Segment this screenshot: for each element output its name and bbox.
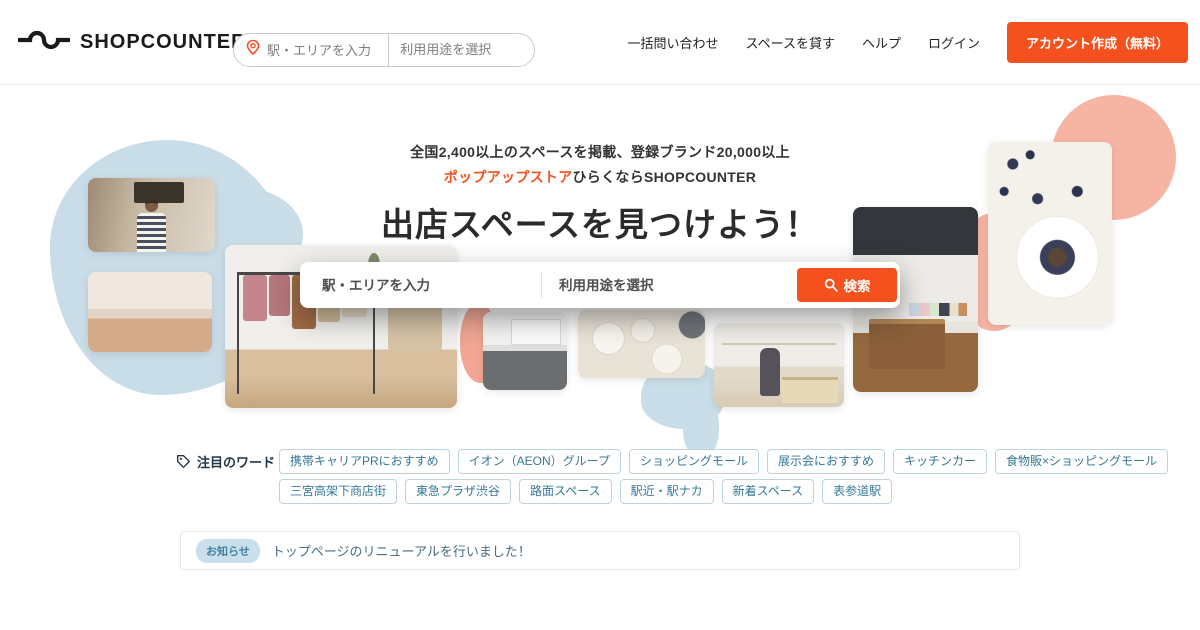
- photo-select-shop: [714, 323, 844, 407]
- hero-tagline-rest: ひらくならSHOPCOUNTER: [572, 169, 757, 185]
- keyword-row: 三宮高架下商店街 東急プラザ渋谷 路面スペース 駅近・駅ナカ 新着スペース 表参…: [279, 479, 1049, 505]
- notice-badge: お知らせ: [196, 538, 260, 563]
- tag-button[interactable]: 携帯キャリアPRにおすすめ: [279, 449, 450, 475]
- tag-button[interactable]: イオン（AEON）グループ: [457, 449, 621, 475]
- featured-keywords-text: 注目のワード: [197, 455, 276, 470]
- hero-copy: 全国2,400以上のスペースを掲載、登録ブランド20,000以上 ポップアップス…: [0, 142, 1200, 246]
- header-usage-input[interactable]: [400, 42, 522, 57]
- nav-login[interactable]: ログイン: [928, 33, 980, 52]
- header-area-input[interactable]: [267, 42, 389, 58]
- hero-search-bar: 検索: [300, 262, 900, 308]
- featured-keywords-label: 注目のワード: [176, 452, 275, 471]
- hero-tagline-highlight: ポップアップストア: [443, 169, 573, 185]
- tag-button[interactable]: 東急プラザ渋谷: [405, 479, 512, 505]
- hero-usage-input[interactable]: [559, 277, 759, 293]
- page-title: 出店スペースを見つけよう！: [380, 206, 820, 243]
- tag-icon: [176, 454, 191, 469]
- tag-button[interactable]: 食物販×ショッピングモール: [995, 449, 1169, 475]
- tag-button[interactable]: 新着スペース: [721, 479, 815, 505]
- search-button-label: 検索: [843, 279, 871, 294]
- logo[interactable]: SHOPCOUNTER: [16, 0, 247, 85]
- wave-logo-icon: [16, 26, 72, 59]
- tag-button[interactable]: 三宮高架下商店街: [279, 479, 398, 505]
- search-icon: [824, 278, 838, 292]
- photo-ceramic-tableware: [578, 310, 705, 378]
- tag-button[interactable]: 路面スペース: [519, 479, 612, 505]
- create-account-button[interactable]: アカウント作成（無料）: [1006, 22, 1188, 63]
- divider: [541, 272, 542, 298]
- tag-button[interactable]: 展示会におすすめ: [766, 449, 885, 475]
- tag-button[interactable]: 表参道駅: [822, 479, 893, 505]
- header-nav: 一括問い合わせ スペースを貸す ヘルプ ログイン アカウント作成（無料）: [627, 0, 1188, 85]
- logo-text: SHOPCOUNTER: [80, 31, 247, 53]
- nav-rent-space[interactable]: スペースを貸す: [746, 33, 835, 52]
- header: SHOPCOUNTER 一括問い合わせ スペースを貸す ヘルプ ログイン アカウ…: [0, 0, 1200, 85]
- header-search-bar: [233, 33, 535, 67]
- keyword-tags: 携帯キャリアPRにおすすめ イオン（AEON）グループ ショッピングモール 展示…: [279, 449, 1169, 509]
- notice-bar: お知らせ トップページのリニューアルを行いました！: [180, 531, 1020, 570]
- hero-area-input[interactable]: [322, 277, 527, 293]
- hero-section: 全国2,400以上のスペースを掲載、登録ブランド20,000以上 ポップアップス…: [0, 85, 1200, 459]
- hero-tagline: ポップアップストアひらくならSHOPCOUNTER: [0, 167, 1200, 187]
- shopcounter-homepage: SHOPCOUNTER 一括問い合わせ スペースを貸す ヘルプ ログイン アカウ…: [0, 0, 1200, 630]
- nav-bulk-inquiry[interactable]: 一括問い合わせ: [627, 33, 718, 52]
- tag-button[interactable]: キッチンカー: [893, 449, 988, 475]
- photo-dark-floor-room: [483, 312, 567, 390]
- divider: [388, 33, 390, 67]
- tag-button[interactable]: 駅近・駅ナカ: [619, 479, 714, 505]
- photo-bright-room: [88, 272, 212, 352]
- search-button[interactable]: 検索: [797, 268, 897, 302]
- notice-message[interactable]: トップページのリニューアルを行いました！: [272, 541, 531, 560]
- nav-help[interactable]: ヘルプ: [862, 33, 901, 52]
- keyword-row: 携帯キャリアPRにおすすめ イオン（AEON）グループ ショッピングモール 展示…: [279, 449, 1169, 475]
- hero-stats-line: 全国2,400以上のスペースを掲載、登録ブランド20,000以上: [410, 144, 790, 160]
- location-pin-icon: [246, 39, 260, 61]
- tag-button[interactable]: ショッピングモール: [628, 449, 759, 475]
